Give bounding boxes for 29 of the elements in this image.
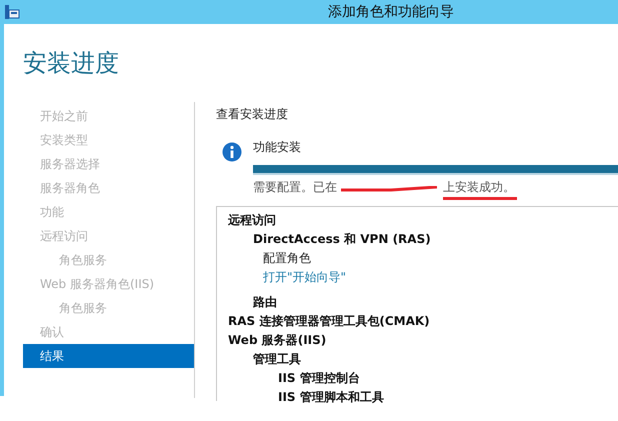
sidebar-item[interactable]: 安装类型 xyxy=(23,128,88,152)
status-message: 上安装成功。 xyxy=(443,180,516,195)
wizard-link[interactable]: 打开"开始向导" xyxy=(263,270,346,284)
result-item: 路由 xyxy=(253,295,277,309)
sidebar-item[interactable]: 功能 xyxy=(23,200,64,224)
sidebar-item[interactable]: 开始之前 xyxy=(23,104,88,128)
page-title: 安装进度 xyxy=(23,48,119,79)
section-heading: 查看安装进度 xyxy=(216,106,288,123)
result-item: 远程访问 xyxy=(228,213,276,227)
status-message: 需要配置。已在 xyxy=(253,180,337,195)
result-item: RAS 连接管理器管理工具包(CMAK) xyxy=(228,314,430,328)
sidebar-item[interactable]: 服务器角色 xyxy=(23,176,100,200)
sidebar-item[interactable]: Web 服务器角色(IIS) xyxy=(23,272,154,296)
sidebar-item[interactable]: 确认 xyxy=(23,320,64,344)
server-icon xyxy=(4,4,20,20)
result-item: 管理工具 xyxy=(253,352,301,366)
info-icon xyxy=(222,142,242,162)
result-item: IIS 管理脚本和工具 xyxy=(278,390,384,404)
progress-title: 功能安装 xyxy=(253,139,301,156)
sidebar-item[interactable]: 服务器选择 xyxy=(23,152,100,176)
result-note: 配置角色 xyxy=(263,251,311,265)
sidebar-item[interactable]: 角色服务 xyxy=(23,296,107,320)
window-title: 添加角色和功能向导 xyxy=(328,3,454,21)
sidebar-item[interactable]: 远程访问 xyxy=(23,224,88,248)
sidebar-item[interactable]: 结果 xyxy=(23,344,194,368)
result-item: IIS 管理控制台 xyxy=(278,371,360,385)
result-item: DirectAccess 和 VPN (RAS) xyxy=(253,232,431,246)
sidebar-item[interactable]: 角色服务 xyxy=(23,248,107,272)
result-item: Web 服务器(IIS) xyxy=(228,333,326,347)
